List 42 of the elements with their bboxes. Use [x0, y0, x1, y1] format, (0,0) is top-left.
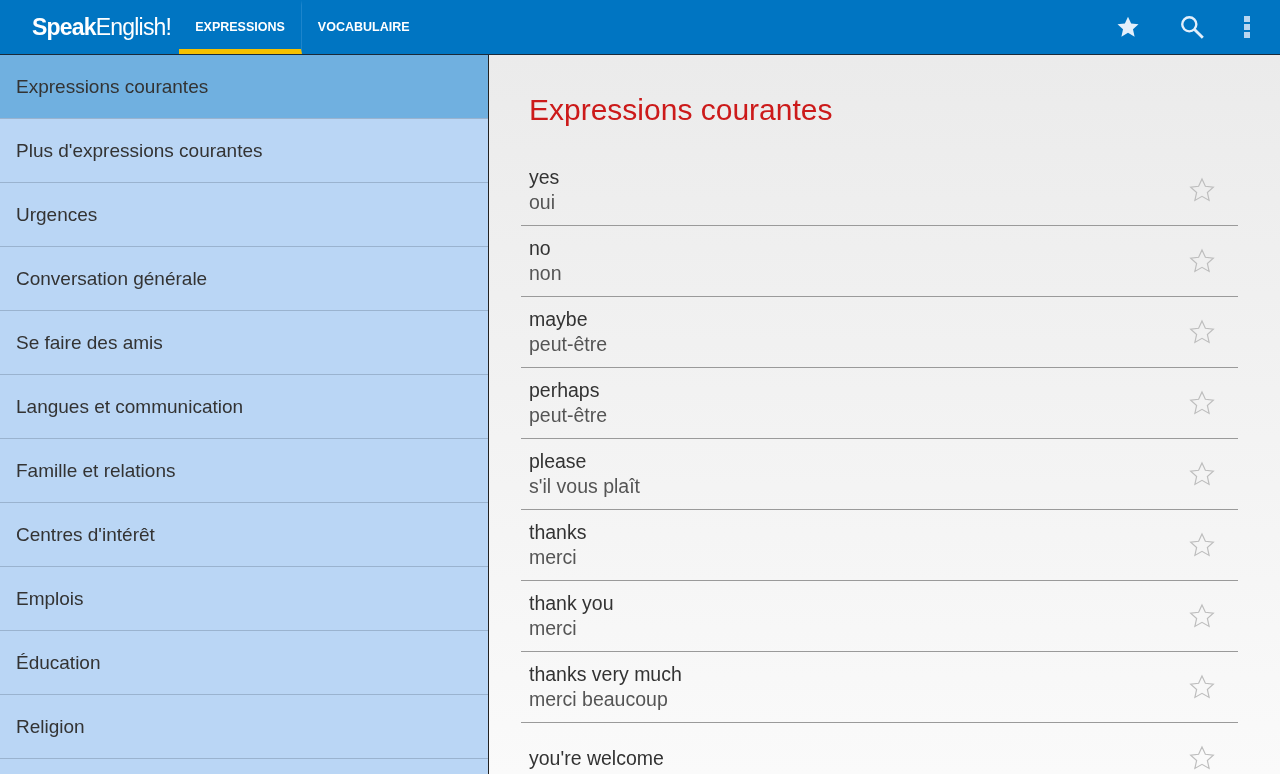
search-icon[interactable] [1179, 14, 1205, 40]
star-icon[interactable] [1188, 247, 1216, 275]
sidebar-item[interactable]: Centres d'intérêt [0, 503, 488, 567]
app-logo: SpeakEnglish! [32, 13, 172, 41]
sidebar-item[interactable]: Religion [0, 695, 488, 759]
star-icon[interactable] [1188, 389, 1216, 417]
english-phrase: maybe [529, 308, 589, 331]
sidebar-item[interactable]: Éducation [0, 631, 488, 695]
english-phrase: no [529, 237, 552, 260]
english-phrase: thanks very much [529, 663, 683, 686]
sidebar-item[interactable]: Emplois [0, 567, 488, 631]
french-translation: merci [529, 617, 578, 640]
english-phrase: please [529, 450, 588, 473]
english-phrase: you're welcome [529, 746, 665, 770]
english-phrase: perhaps [529, 379, 601, 402]
section-title: Expressions courantes [529, 93, 834, 127]
sidebar-item[interactable]: Langues et communication [0, 375, 488, 439]
star-icon[interactable] [1188, 318, 1216, 346]
french-translation: non [529, 262, 563, 285]
sidebar-item[interactable]: Famille et relations [0, 439, 488, 503]
french-translation: s'il vous plaît [529, 475, 642, 498]
star-icon[interactable] [1188, 176, 1216, 204]
french-translation: peut-être [529, 404, 609, 427]
star-icon[interactable] [1188, 460, 1216, 488]
english-phrase: yes [529, 166, 561, 189]
star-icon[interactable] [1188, 744, 1216, 772]
english-phrase: thank you [529, 592, 615, 615]
french-translation: merci [529, 546, 578, 569]
sidebar-item[interactable]: Expressions courantes [0, 55, 488, 119]
sidebar-item[interactable]: Conversation générale [0, 247, 488, 311]
french-translation: oui [529, 191, 557, 214]
sidebar-item[interactable]: Se faire des amis [0, 311, 488, 375]
star-icon[interactable] [1188, 673, 1216, 701]
sidebar-item[interactable]: Urgences [0, 183, 488, 247]
sidebar-item[interactable]: Plus d'expressions courantes [0, 119, 488, 183]
english-phrase: thanks [529, 521, 588, 544]
french-translation: peut-être [529, 333, 609, 356]
tab[interactable]: VOCABULAIRE [301, 0, 426, 54]
star-icon[interactable] [1188, 531, 1216, 559]
french-translation: merci beaucoup [529, 688, 669, 711]
overflow-menu-icon[interactable] [1243, 15, 1251, 39]
star-icon[interactable] [1188, 602, 1216, 630]
